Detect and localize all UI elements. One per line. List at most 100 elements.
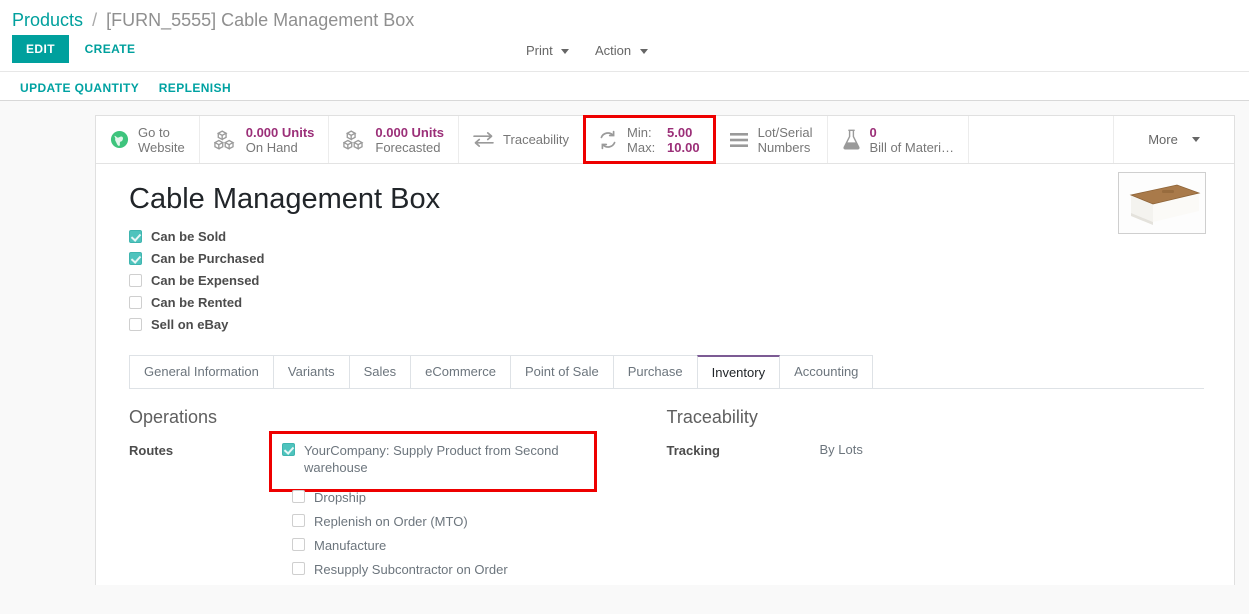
stat-label-line2: Numbers [758, 140, 813, 155]
flag-label: Can be Sold [151, 229, 226, 245]
action-menu[interactable]: Action [589, 41, 654, 60]
stat-label-traceability: Traceability [503, 132, 569, 147]
min-value: 5.00 [667, 125, 692, 140]
breadcrumb-current: [FURN_5555] Cable Management Box [106, 10, 414, 30]
flag-label: Can be Purchased [151, 251, 264, 267]
more-label: More [1148, 132, 1178, 147]
stat-button-traceability[interactable]: Traceability [459, 116, 584, 163]
checkbox-route-mto[interactable] [292, 514, 305, 527]
control-panel-menus: Print Action [520, 41, 664, 60]
checkbox-can-be-expensed[interactable] [129, 274, 142, 287]
stat-label-on-hand: On Hand [246, 140, 315, 155]
chevron-down-icon [640, 49, 648, 54]
flag-label: Can be Expensed [151, 273, 259, 289]
checkbox-can-be-rented[interactable] [129, 296, 142, 309]
stat-bar-spacer [969, 116, 1114, 163]
checkbox-route-manufacture[interactable] [292, 538, 305, 551]
tab-ecommerce[interactable]: eCommerce [410, 355, 511, 388]
refresh-icon [598, 130, 618, 150]
max-key: Max: [627, 140, 659, 155]
exchange-icon [473, 131, 494, 148]
product-flags-group: Can be Sold Can be Purchased Can be Expe… [129, 229, 1204, 333]
flag-sell-on-ebay[interactable]: Sell on eBay [129, 317, 1204, 333]
flag-label: Sell on eBay [151, 317, 228, 333]
route-manufacture[interactable]: Manufacture [292, 537, 594, 554]
route-label: YourCompany: Supply Product from Second … [304, 442, 562, 476]
checkbox-can-be-sold[interactable] [129, 230, 142, 243]
tab-accounting[interactable]: Accounting [779, 355, 873, 388]
stat-label-line2: Website [138, 140, 185, 155]
stat-button-reordering-rules[interactable]: Min: 5.00 Max: 10.00 [584, 116, 715, 163]
stat-label-block: 0.000 Units On Hand [246, 125, 315, 155]
traceability-group: Traceability Tracking By Lots [667, 407, 1205, 585]
secondary-action-bar: UPDATE QUANTITY REPLENISH [0, 71, 1249, 101]
route-resupply-subcontractor-on-order[interactable]: Resupply Subcontractor on Order [292, 561, 594, 578]
tab-general-information[interactable]: General Information [129, 355, 274, 388]
replenish-button[interactable]: REPLENISH [151, 79, 239, 97]
stat-value-bom: 0 [870, 125, 877, 140]
route-yourcompany-supply-second-warehouse[interactable]: YourCompany: Supply Product from Second … [282, 442, 584, 476]
stat-button-forecasted[interactable]: 0.000 Units Forecasted [329, 116, 459, 163]
print-menu[interactable]: Print [520, 41, 575, 60]
stat-label-forecasted: Forecasted [375, 140, 444, 155]
stat-button-go-to-website[interactable]: Go to Website [96, 116, 200, 163]
stat-button-more[interactable]: More [1114, 116, 1234, 163]
routes-checkbox-list: YourCompany: Supply Product from Second … [282, 442, 594, 585]
routes-remaining-list: Dropship Replenish on Order (MTO) Manufa… [282, 489, 594, 578]
flag-can-be-purchased[interactable]: Can be Purchased [129, 251, 1204, 267]
stat-value-on-hand: 0.000 Units [246, 125, 315, 140]
route-label: Resupply Subcontractor on Order [314, 561, 508, 578]
minmax-block: Min: 5.00 Max: 10.00 [627, 125, 700, 155]
breadcrumb-root-link[interactable]: Products [12, 10, 83, 30]
min-key: Min: [627, 125, 659, 140]
stat-button-lot-serial-numbers[interactable]: Lot/Serial Numbers [715, 116, 828, 163]
stat-value-forecasted: 0.000 Units [375, 125, 444, 140]
routes-label: Routes [129, 442, 282, 458]
max-value: 10.00 [667, 140, 700, 155]
tab-inventory[interactable]: Inventory [697, 355, 780, 388]
tracking-label: Tracking [667, 442, 820, 458]
globe-icon [110, 130, 129, 149]
tab-purchase[interactable]: Purchase [613, 355, 698, 388]
tracking-value: By Lots [820, 442, 863, 457]
page-title: Cable Management Box [129, 182, 1204, 217]
stat-button-bill-of-materials[interactable]: 0 Bill of Materi… [828, 116, 970, 163]
stat-label-line1: Go to [138, 125, 185, 140]
route-replenish-on-order-mto[interactable]: Replenish on Order (MTO) [292, 513, 594, 530]
route-label: Replenish on Order (MTO) [314, 513, 468, 530]
checkbox-route-resupply-subcontractor[interactable] [292, 562, 305, 575]
form-sheet-area: Go to Website 0.000 Units On Hand [0, 101, 1249, 584]
update-quantity-button[interactable]: UPDATE QUANTITY [12, 79, 147, 97]
route-dropship[interactable]: Dropship [292, 489, 594, 506]
stat-label-bom: Bill of Materi… [870, 140, 955, 155]
checkbox-sell-on-ebay[interactable] [129, 318, 142, 331]
min-row: Min: 5.00 [627, 125, 700, 140]
chevron-down-icon [561, 49, 569, 54]
edit-button[interactable]: EDIT [12, 35, 69, 63]
chevron-down-icon [1192, 137, 1200, 142]
flag-can-be-rented[interactable]: Can be Rented [129, 295, 1204, 311]
stat-button-on-hand[interactable]: 0.000 Units On Hand [200, 116, 330, 163]
tab-sales[interactable]: Sales [349, 355, 412, 388]
flag-can-be-expensed[interactable]: Can be Expensed [129, 273, 1204, 289]
form-body: Cable Management Box Can be Sold Can be … [96, 164, 1234, 585]
bars-icon [729, 132, 749, 148]
checkbox-route-supply-second-warehouse[interactable] [282, 443, 295, 456]
operations-heading: Operations [129, 407, 647, 428]
tab-variants[interactable]: Variants [273, 355, 350, 388]
checkbox-route-dropship[interactable] [292, 490, 305, 503]
create-button[interactable]: CREATE [73, 35, 148, 63]
product-image[interactable] [1118, 172, 1206, 234]
stat-label-block: Lot/Serial Numbers [758, 125, 813, 155]
checkbox-can-be-purchased[interactable] [129, 252, 142, 265]
inventory-tab-pane: Operations Routes YourCompany: Supply Pr… [129, 389, 1204, 585]
flask-icon [842, 129, 861, 150]
operations-group: Operations Routes YourCompany: Supply Pr… [129, 407, 667, 585]
flag-can-be-sold[interactable]: Can be Sold [129, 229, 1204, 245]
stat-label-line1: Lot/Serial [758, 125, 813, 140]
routes-field-row: Routes YourCompany: Supply Product from … [129, 442, 647, 585]
product-form-sheet: Go to Website 0.000 Units On Hand [95, 115, 1235, 585]
max-row: Max: 10.00 [627, 140, 700, 155]
tab-point-of-sale[interactable]: Point of Sale [510, 355, 614, 388]
cubes-icon [343, 130, 366, 150]
